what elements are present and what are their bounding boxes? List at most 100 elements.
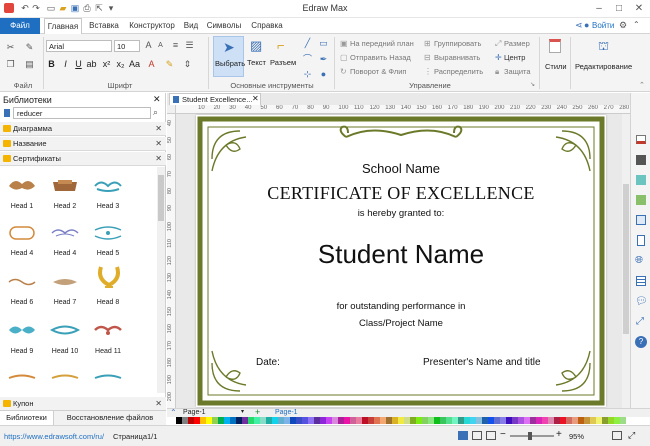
shape-head-12[interactable] <box>7 369 37 387</box>
new-file-icon[interactable]: ▭ <box>46 3 56 13</box>
shape-head-9[interactable] <box>7 321 37 339</box>
expand-icon[interactable]: ⤢ <box>636 316 644 327</box>
crop-tool-icon[interactable]: ⊹ <box>302 69 313 80</box>
italic-icon[interactable]: I <box>60 59 71 70</box>
line-style-icon[interactable] <box>636 155 646 165</box>
tab-file-recovery[interactable]: Восстановление файлов <box>57 411 163 425</box>
zoom-out-icon[interactable]: − <box>500 429 506 440</box>
share-icon[interactable]: ⋖ <box>575 20 583 31</box>
save-icon[interactable]: ▣ <box>70 3 80 13</box>
zoom-in-icon[interactable]: + <box>556 429 562 440</box>
undo-icon[interactable]: ↶ <box>20 3 30 13</box>
login-link[interactable]: Войти <box>592 21 614 30</box>
settings-icon[interactable]: ⚙ <box>619 20 627 31</box>
redo-icon[interactable]: ↷ <box>31 3 41 13</box>
align-button[interactable]: Выравнивать <box>434 53 480 62</box>
section-certificates[interactable]: Сертификаты ✕ <box>0 152 166 166</box>
section-close-icon[interactable]: ✕ <box>155 122 162 136</box>
shape-head-1[interactable] <box>7 177 37 195</box>
minimize-button[interactable]: – <box>592 2 606 16</box>
connector-tool-button[interactable]: ⌐ Разъем <box>270 36 298 77</box>
print-icon[interactable]: ⎙ <box>82 3 92 13</box>
canvas-scrollbar[interactable] <box>622 114 630 408</box>
subscript-icon[interactable]: x₂ <box>115 59 126 70</box>
full-screen-icon[interactable] <box>612 431 622 440</box>
shape-head-10[interactable] <box>50 321 80 339</box>
tab-libraries[interactable]: Библиотеки <box>0 411 54 425</box>
school-name[interactable]: School Name <box>196 161 606 176</box>
date-label[interactable]: Date: <box>256 357 280 368</box>
tab-home[interactable]: Главная <box>44 18 82 35</box>
text-case-icon[interactable]: Aa <box>129 59 140 70</box>
section-close-icon[interactable]: ✕ <box>155 152 162 166</box>
tab-design[interactable]: Конструктор <box>125 18 179 34</box>
fill-icon[interactable] <box>636 135 646 144</box>
open-folder-icon[interactable]: ▰ <box>58 3 68 13</box>
section-diagram[interactable]: Диаграмма ✕ <box>0 122 166 136</box>
collapse-ribbon-icon[interactable]: ⌃ <box>633 20 640 29</box>
page-tab[interactable]: Page-1 <box>275 409 298 417</box>
close-button[interactable]: ✕ <box>632 2 646 16</box>
maximize-button[interactable]: □ <box>612 2 626 16</box>
shape-head-6[interactable] <box>7 273 37 291</box>
search-icon[interactable]: ⌕ <box>153 107 158 118</box>
shape-head-4b[interactable] <box>50 224 80 242</box>
bullets-icon[interactable]: ☰ <box>184 40 195 51</box>
student-name[interactable]: Student Name <box>196 239 606 270</box>
text-tool-button[interactable]: ▨ Текст <box>246 36 268 77</box>
library-search-input[interactable]: reducer <box>13 107 151 119</box>
color-palette[interactable] <box>170 417 630 425</box>
superscript-icon[interactable]: x² <box>101 59 112 70</box>
bold-icon[interactable]: B <box>46 59 57 70</box>
shadow-icon[interactable] <box>636 175 646 185</box>
tab-symbols[interactable]: Символы <box>204 18 244 34</box>
shape-head-2[interactable] <box>50 177 80 195</box>
shape-head-3[interactable] <box>93 177 123 195</box>
certificate-heading[interactable]: CERTIFICATE OF EXCELLENCE <box>196 183 606 204</box>
zoom-slider-thumb[interactable] <box>528 432 532 440</box>
decrease-font-icon[interactable]: A <box>155 40 166 51</box>
status-url[interactable]: https://www.edrawsoft.com/ru/ <box>4 432 104 441</box>
increase-font-icon[interactable]: A <box>143 40 154 51</box>
page-view-icon[interactable] <box>458 431 468 440</box>
fit-window-icon[interactable]: ⤢ <box>628 430 635 441</box>
tab-view[interactable]: Вид <box>180 18 202 34</box>
pen-tool-icon[interactable]: ✒ <box>318 54 329 65</box>
shape-head-5[interactable] <box>93 224 123 242</box>
customize-icon[interactable]: ▾ <box>106 3 116 13</box>
size-button[interactable]: Размер <box>504 39 530 48</box>
section-close-icon[interactable]: ✕ <box>155 137 162 151</box>
strikethrough-icon[interactable]: ab <box>86 59 97 70</box>
tab-file[interactable]: Файл <box>0 18 40 34</box>
styles-button[interactable]: Стили <box>542 36 568 80</box>
library-scrollbar[interactable] <box>157 167 165 393</box>
font-size-select[interactable]: 10 <box>114 40 140 52</box>
presenter-label[interactable]: Presenter's Name and title <box>423 357 541 368</box>
rotate-flip-button[interactable]: Поворот & Флип <box>350 67 407 76</box>
ellipse-tool-icon[interactable]: ● <box>318 69 329 80</box>
highlight-icon[interactable]: ✎ <box>164 59 175 70</box>
shape-head-11[interactable] <box>93 321 123 339</box>
send-back-button[interactable]: Отправить Назад <box>350 53 411 62</box>
library-menu-icon[interactable] <box>4 109 10 117</box>
group-button[interactable]: Группировать <box>434 39 481 48</box>
help-circle-icon[interactable]: ? <box>635 336 647 348</box>
fit-width-icon[interactable] <box>486 431 496 440</box>
performance-text[interactable]: for outstanding performance in <box>196 301 606 312</box>
line-tool-icon[interactable]: ╱ <box>302 38 313 49</box>
center-button[interactable]: Центр <box>504 53 525 62</box>
class-name[interactable]: Class/Project Name <box>196 318 606 329</box>
section-title[interactable]: Название ✕ <box>0 137 166 151</box>
comment-icon[interactable]: 💬︎ <box>635 296 648 307</box>
image-icon[interactable] <box>636 195 646 205</box>
zoom-level[interactable]: 95% <box>569 432 584 441</box>
page-select[interactable]: Page-1 <box>181 409 247 417</box>
granted-text[interactable]: is hereby granted to: <box>196 208 606 219</box>
paste-icon[interactable]: ▤ <box>24 59 35 70</box>
fit-page-icon[interactable] <box>472 431 482 440</box>
document-tab[interactable]: Student Excellence... ✕ <box>169 93 261 105</box>
layers-icon[interactable] <box>636 215 646 225</box>
library-close-icon[interactable]: ✕ <box>153 94 161 105</box>
select-tool-button[interactable]: ➤ Выбрать <box>213 36 245 77</box>
underline-icon[interactable]: U <box>73 59 84 70</box>
